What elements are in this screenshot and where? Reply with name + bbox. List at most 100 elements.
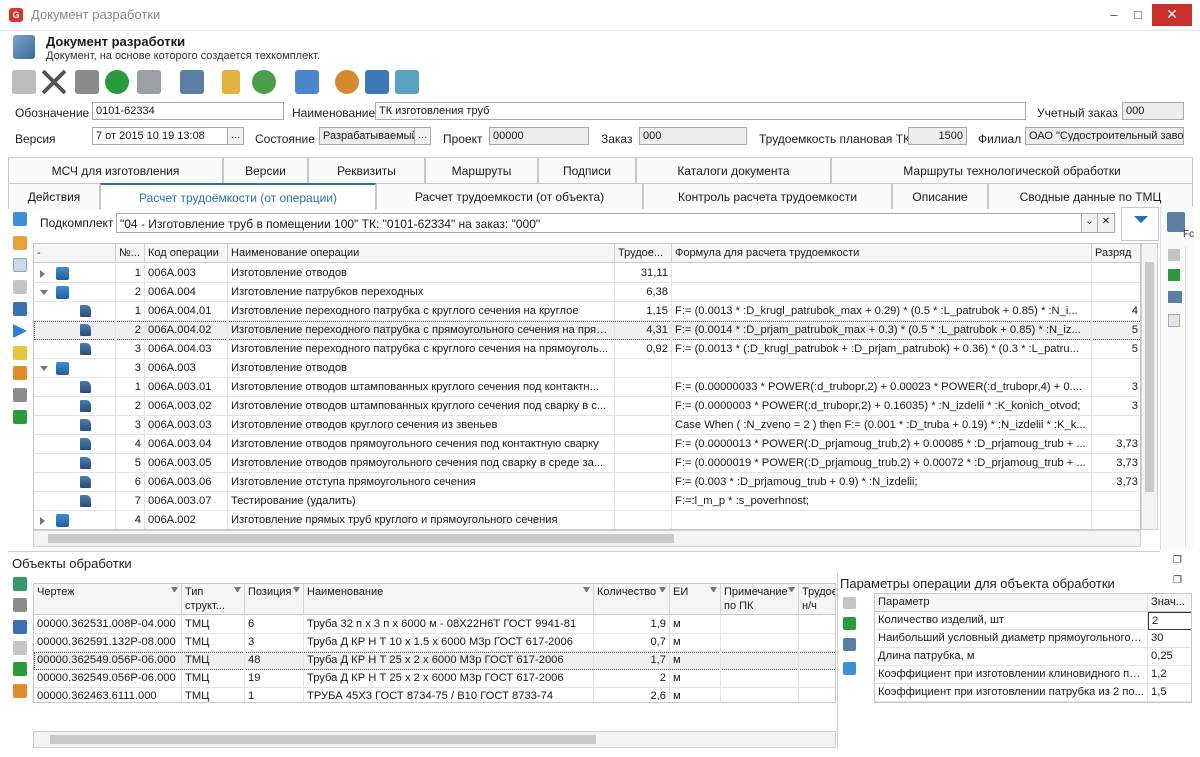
run-icon[interactable] (13, 324, 27, 338)
minimize-button[interactable]: – (1104, 7, 1124, 23)
obj-numbers-icon[interactable] (13, 684, 27, 698)
tree-cell[interactable] (34, 435, 116, 454)
ops-row[interactable]: 1 006A.003.01 Изготовление отводов штампов… (34, 378, 1140, 397)
version-field[interactable]: 7 от 2015 10 19 13:08 (92, 127, 228, 145)
obj-trash-icon[interactable] (13, 598, 27, 612)
pcol-value[interactable]: Знач... (1148, 594, 1191, 612)
refresh-icon[interactable] (105, 70, 129, 94)
ops-row[interactable]: 1 006A.003 Изготовление отводов 31,11 (34, 264, 1140, 283)
filter-icon[interactable] (171, 587, 178, 593)
project-field[interactable]: 00000 (489, 127, 589, 145)
col-op-name[interactable]: Наименование операции (228, 244, 615, 263)
col-tree[interactable]: - (34, 244, 116, 263)
param-row[interactable]: Наибольший условный диаметр прямоугольно… (875, 630, 1191, 648)
ocol-note[interactable]: Примечание по ПК (721, 584, 799, 615)
tree-cell[interactable] (34, 511, 116, 529)
labor-field[interactable]: 1500 (908, 127, 967, 145)
tree-cell[interactable] (34, 416, 116, 435)
filter-icon[interactable] (293, 587, 300, 593)
params-splitter[interactable] (837, 573, 838, 749)
param-tools-icon[interactable] (843, 638, 856, 651)
ops-row[interactable]: 4 006A.003.04 Изготовление отводов прямоуг… (34, 435, 1140, 454)
tab-routes[interactable]: Маршруты (425, 157, 538, 183)
tree-cell[interactable] (34, 340, 116, 359)
obj-remove-icon[interactable] (13, 641, 27, 655)
side-doc-icon[interactable] (1168, 314, 1180, 327)
tab-summary-tmc[interactable]: Сводные данные по ТМЦ (988, 183, 1193, 209)
ops-row[interactable]: 1 006A.004.01 Изготовление переходного пат… (34, 302, 1140, 321)
maximize-button[interactable]: □ (1128, 7, 1148, 23)
tree-cell[interactable] (34, 454, 116, 473)
expand-toggle-icon[interactable] (40, 270, 45, 278)
col-labor[interactable]: Трудое... (615, 244, 672, 263)
panel-splitter[interactable] (8, 551, 1160, 552)
ops-vertical-scrollbar[interactable] (1141, 243, 1158, 530)
param-value[interactable]: 1,2 (1148, 666, 1191, 684)
book-icon[interactable] (395, 70, 419, 94)
ops-row[interactable]: 3 006A.004.03 Изготовление переходного пат… (34, 340, 1140, 359)
state-field[interactable]: Разрабатываемый (319, 127, 415, 145)
subkomplekt-select[interactable]: "04 - Изготовление труб в помещении 100"… (116, 213, 1082, 233)
oboz-field[interactable]: 0101-62334 (92, 102, 284, 120)
ocol-drawing[interactable]: Чертеж (34, 584, 182, 615)
objects-hscroll-thumb[interactable] (50, 735, 596, 744)
approve-icon[interactable] (252, 70, 276, 94)
ops-vscroll-thumb[interactable] (1145, 262, 1154, 492)
ops-row[interactable]: 6 006A.003.06 Изготовление отступа прямоуг… (34, 473, 1140, 492)
trash-icon[interactable] (13, 388, 27, 402)
objects-restore-icon[interactable]: ❐ (1173, 555, 1182, 566)
object-row[interactable]: 00000.362591.132Р-08.000 ТМЦ 3 Труба Д КР Н… (34, 634, 835, 652)
param-row[interactable]: Длина патрубка, м 0,25 (875, 648, 1191, 666)
tree-cell[interactable] (34, 492, 116, 511)
ocol-unit[interactable]: ЕИ (670, 584, 721, 615)
tree-cell[interactable] (34, 321, 116, 340)
param-row[interactable]: Коэффициент при изготовлении клиновидног… (875, 666, 1191, 684)
param-value[interactable]: 30 (1148, 630, 1191, 648)
close-window-button[interactable]: ✕ (1152, 4, 1192, 26)
tree-cell[interactable] (34, 473, 116, 492)
ops-hscroll-thumb[interactable] (48, 534, 674, 543)
filter-icon[interactable] (788, 587, 795, 593)
tree-cell[interactable] (34, 302, 116, 321)
object-row[interactable]: 00000.362549.056Р-06.000 ТМЦ 19 Труба Д КР … (34, 670, 835, 688)
side-gear-icon[interactable] (1168, 291, 1182, 303)
col-op-code[interactable]: Код операции (145, 244, 228, 263)
tab-actions[interactable]: Действия (8, 183, 100, 209)
save-icon[interactable] (75, 70, 99, 94)
close-doc-icon[interactable] (12, 70, 36, 94)
obj-add-icon[interactable] (13, 577, 27, 591)
col-grade[interactable]: Разряд (1092, 244, 1140, 263)
ops-row[interactable]: 3 006A.003.03 Изготовление отводов круглог… (34, 416, 1140, 435)
param-recalc-icon[interactable] (843, 617, 856, 630)
ops-row[interactable]: 2 006A.004.02 Изготовление переходного пат… (34, 321, 1140, 340)
add-node-icon[interactable] (13, 236, 27, 250)
ops-row[interactable]: 7 006A.003.07 Тестирование (удалить) F:=:l_… (34, 492, 1140, 511)
ocol-position[interactable]: Позиция (245, 584, 304, 615)
param-value[interactable]: 0,25 (1148, 648, 1191, 666)
params-restore-icon[interactable]: ❐ (1173, 575, 1182, 586)
tab-labor-by-operation[interactable]: Расчет трудоёмкости (от операции) (100, 183, 376, 210)
tree-cell[interactable] (34, 283, 116, 302)
ops-row[interactable]: 5 006A.003.05 Изготовление отводов прямоуг… (34, 454, 1140, 473)
param-doc-icon[interactable] (843, 662, 856, 675)
ops-row[interactable]: 3 006A.003 Изготовление отводов (34, 359, 1140, 378)
ocol-qty[interactable]: Количество (594, 584, 670, 615)
tree-cell[interactable] (34, 397, 116, 416)
filter-icon[interactable] (583, 587, 590, 593)
ops-row[interactable]: 4 006A.002 Изготовление прямых труб кругло… (34, 511, 1140, 529)
object-row[interactable]: 00000.362531.008Р-04.000 ТМЦ 6 Труба 32 п х… (34, 616, 835, 634)
objects-horizontal-scrollbar[interactable] (33, 731, 836, 748)
param-row[interactable]: Коэффициент при изготовлении патрубка из… (875, 684, 1191, 702)
object-row[interactable]: 00000.362549.056Р-06.000 ТМЦ 48 Труба Д КР … (34, 652, 835, 670)
export-doc-icon[interactable] (295, 70, 319, 94)
filter-icon[interactable] (710, 587, 717, 593)
numbers-icon[interactable] (13, 366, 27, 380)
side-recalc-icon[interactable] (1168, 269, 1180, 281)
col-formula[interactable]: Формула для расчета трудоемкости (672, 244, 1092, 263)
uchet-field[interactable]: 000 (1122, 102, 1184, 120)
print-icon[interactable] (137, 70, 161, 94)
users-icon[interactable] (335, 70, 359, 94)
ocol-name[interactable]: Наименование (304, 584, 594, 615)
order-field[interactable]: 000 (639, 127, 747, 145)
obj-edit-icon[interactable] (13, 620, 27, 634)
